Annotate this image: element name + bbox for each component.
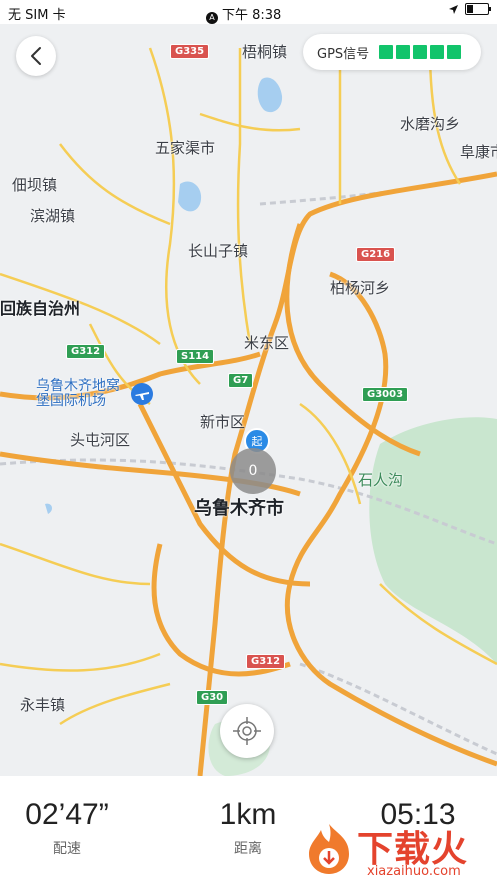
road-shield-g312-south: G312 [246, 654, 286, 669]
place-label: 五家渠市 [155, 139, 216, 157]
place-label: 米东区 [244, 334, 290, 352]
gps-signal-bars [379, 45, 462, 59]
road-shield-g3003: G3003 [362, 387, 409, 402]
place-label: 佃坝镇 [12, 176, 58, 194]
status-right [448, 3, 491, 15]
signal-bar [379, 45, 394, 59]
pace-label: 配速 [53, 841, 81, 857]
place-label: 回族自治州 [0, 299, 81, 318]
flame-logo-icon [309, 824, 349, 874]
road-shield-s114: S114 [176, 349, 215, 364]
location-arrow-icon [449, 4, 458, 14]
place-label: 水磨沟乡 [400, 115, 461, 133]
run-stats-panel: 02’47” 配速 1km 距离 05:13 下载火 xiazaihuo.com [0, 776, 497, 883]
place-label: 梧桐镇 [242, 43, 288, 61]
place-label: 滨湖镇 [30, 207, 76, 225]
place-label: 新市区 [200, 413, 246, 431]
road-shield-g312: G312 [66, 344, 106, 359]
place-label: 头屯河区 [70, 431, 131, 449]
locate-button[interactable] [220, 704, 274, 758]
watermark-logo: 下载火 xiazaihuo.com [301, 820, 491, 880]
battery-icon [465, 3, 491, 15]
start-pin-label: 起 [251, 435, 263, 448]
place-label: 永丰镇 [20, 696, 66, 714]
watermark-domain: xiazaihuo.com [367, 864, 461, 879]
city-label: 乌鲁木齐市 [194, 498, 284, 519]
crosshair-icon [233, 717, 261, 745]
marker-count: 0 [248, 463, 258, 479]
distance-label: 距离 [234, 841, 262, 857]
gps-signal-indicator: GPS信号 [303, 34, 481, 70]
road-shield-g30: G30 [196, 690, 229, 705]
place-label: 长山子镇 [188, 242, 249, 260]
airport-label: 乌鲁木齐地窝 堡国际机场 [36, 378, 120, 409]
place-label: 柏杨河乡 [330, 279, 391, 297]
signal-bar [430, 45, 445, 59]
distance-stat: 1km 距离 [178, 798, 318, 858]
carrier-label: 无 SIM 卡 [8, 8, 66, 23]
back-button[interactable] [16, 36, 56, 76]
status-time: A 下午 8:38 [206, 4, 281, 24]
road-shield-g335: G335 [170, 44, 210, 59]
alarm-icon: A [206, 12, 218, 24]
distance-value: 1km [219, 798, 277, 831]
signal-bar [447, 45, 462, 59]
chevron-left-icon [31, 47, 41, 65]
time-label: 下午 8:38 [222, 8, 282, 23]
gps-label: GPS信号 [317, 46, 370, 62]
airport-icon [131, 383, 153, 405]
pace-value: 02’47” [25, 798, 109, 831]
signal-bar [413, 45, 428, 59]
pace-stat: 02’47” 配速 [0, 798, 137, 858]
road-shield-g216: G216 [356, 247, 396, 262]
road-shield-g7: G7 [228, 373, 254, 388]
place-label: 石人沟 [358, 471, 404, 489]
status-bar: 无 SIM 卡 A 下午 8:38 [0, 0, 497, 24]
runner-marker: 0 [230, 448, 276, 494]
signal-bar [396, 45, 411, 59]
place-label: 阜康市 [460, 143, 497, 161]
map-view[interactable]: G335 G216 G312 S114 G7 G3003 G312 G30 梧桐… [0, 24, 497, 776]
